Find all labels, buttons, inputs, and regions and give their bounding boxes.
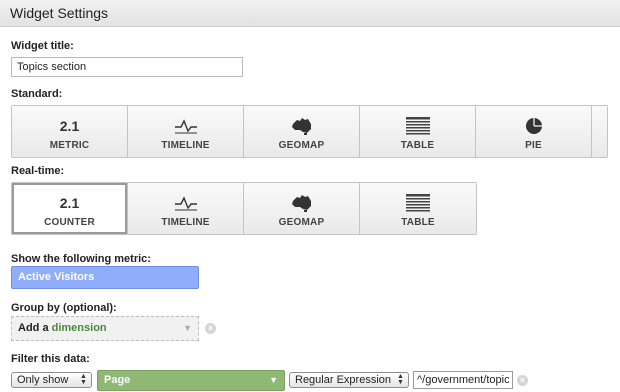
metric-chip[interactable]: Active Visitors [11,266,199,289]
line-graph-icon [174,192,198,214]
remove-x-icon[interactable]: × [517,375,528,386]
tile-table[interactable]: TABLE [360,106,476,157]
widget-title-label: Widget title: [11,40,74,52]
tile-label: PIE [525,140,542,151]
line-graph-icon [174,115,198,137]
up-down-stepper-icon: ▲ ▼ [80,373,87,386]
filter-dimension-chip[interactable]: Page ▼ [97,370,285,391]
tile-label: TABLE [400,140,435,151]
up-down-stepper-icon: ▲ ▼ [397,373,404,386]
caret-down-icon: ▼ [269,375,278,385]
tile-metric[interactable]: 2.1 METRIC [12,106,128,157]
add-prefix: Add a [18,322,49,334]
add-dimension-select[interactable]: Add a dimension ▼ [11,316,199,341]
tile-label: TIMELINE [161,140,210,151]
australia-map-icon [291,192,313,214]
tile-counter[interactable]: 2.1 COUNTER [12,183,128,234]
match-type-select[interactable]: Regular Expression ▲ ▼ [289,372,409,388]
tile-overflow[interactable] [592,106,607,157]
realtime-label: Real-time: [11,165,65,177]
tile-realtime-geomap[interactable]: GEOMAP [244,183,360,234]
filter-mode-value: Only show [17,374,69,386]
tile-geomap[interactable]: GEOMAP [244,106,360,157]
realtime-visualization-tiles: 2.1 COUNTER TIMELINE GEOMAP TABLE [11,182,477,235]
filter-label: Filter this data: [11,353,90,365]
tile-label: METRIC [49,140,90,151]
tile-label: GEOMAP [278,217,325,228]
filter-expression-input[interactable] [413,371,513,389]
remove-x-icon[interactable]: × [205,323,216,334]
table-lines-icon [405,115,430,137]
table-lines-icon [406,192,430,214]
australia-map-icon [291,115,313,137]
tile-label: TIMELINE [161,217,210,228]
group-by-label: Group by (optional): [11,302,117,314]
tile-pie[interactable]: PIE [476,106,592,157]
metric-number-icon: 2.1 [59,118,80,134]
window-title: Widget Settings [0,0,620,27]
dimension-word: dimension [51,322,107,334]
metric-label: Show the following metric: [11,253,151,265]
widget-title-input[interactable] [11,57,243,77]
standard-visualization-tiles: 2.1 METRIC TIMELINE GEOMAP TABLE PIE [11,105,608,158]
tile-label: COUNTER [44,217,95,228]
tile-realtime-table[interactable]: TABLE [360,183,476,234]
filter-mode-select[interactable]: Only show ▲ ▼ [11,372,92,388]
tile-realtime-timeline[interactable]: TIMELINE [128,183,244,234]
caret-down-icon: ▼ [183,323,192,333]
match-type-value: Regular Expression [295,374,391,386]
filter-dimension-value: Page [104,374,131,386]
tile-label: TABLE [401,217,435,228]
pie-chart-icon [525,115,543,137]
tile-label: GEOMAP [278,140,325,151]
standard-label: Standard: [11,88,63,100]
counter-number-icon: 2.1 [59,195,80,211]
tile-timeline[interactable]: TIMELINE [128,106,244,157]
